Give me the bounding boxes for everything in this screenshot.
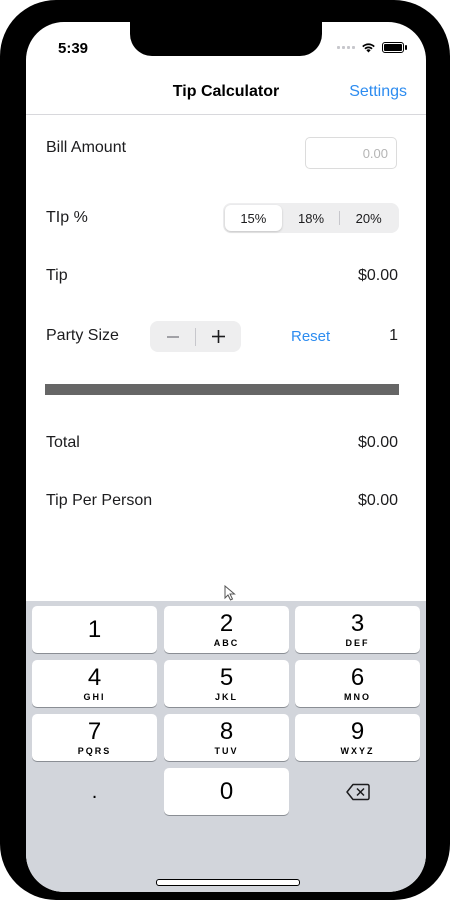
status-time: 5:39 bbox=[58, 40, 89, 57]
party-size-stepper bbox=[150, 321, 241, 352]
key-digit: 7 bbox=[87, 717, 102, 745]
tip-option-15[interactable]: 15% bbox=[225, 205, 282, 231]
numeric-keypad: 1 2 ABC 3 DEF 4 GHI 5 JKL 6 MNO 7 PQRS 8… bbox=[26, 601, 426, 892]
party-size-label: Party Size bbox=[46, 327, 119, 344]
key-digit: 4 bbox=[87, 663, 102, 691]
key-letters: MNO bbox=[344, 691, 371, 702]
tip-per-person-value: $0.00 bbox=[357, 492, 398, 509]
key-digit: 5 bbox=[219, 663, 234, 691]
tip-option-18[interactable]: 18% bbox=[283, 205, 340, 231]
key-letters: WXYZ bbox=[340, 745, 375, 756]
key-9[interactable]: 9 WXYZ bbox=[295, 714, 420, 761]
settings-button[interactable]: Settings bbox=[349, 83, 407, 101]
reset-button[interactable]: Reset bbox=[291, 328, 330, 345]
key-6[interactable]: 6 MNO bbox=[295, 660, 420, 707]
key-4[interactable]: 4 GHI bbox=[32, 660, 157, 707]
key-digit: 0 bbox=[219, 777, 234, 805]
navigation-bar: Tip Calculator Settings bbox=[26, 70, 426, 115]
screen: 5:39 Tip Calculator Settings Bill Amount… bbox=[26, 22, 426, 892]
increment-button[interactable] bbox=[196, 321, 241, 352]
device-frame: 5:39 Tip Calculator Settings Bill Amount… bbox=[0, 0, 450, 900]
key-digit: 9 bbox=[350, 717, 365, 745]
key-decimal[interactable]: . bbox=[32, 768, 157, 815]
tip-label: Tip bbox=[46, 267, 68, 284]
key-delete[interactable] bbox=[295, 768, 420, 815]
key-digit: . bbox=[91, 780, 98, 803]
total-value: $0.00 bbox=[357, 434, 398, 451]
mouse-cursor-icon bbox=[224, 585, 236, 601]
minus-icon bbox=[166, 335, 179, 338]
key-2[interactable]: 2 ABC bbox=[164, 606, 289, 653]
key-letters: DEF bbox=[345, 637, 370, 648]
key-letters: GHI bbox=[83, 691, 106, 702]
key-5[interactable]: 5 JKL bbox=[164, 660, 289, 707]
divider-bar bbox=[45, 384, 399, 395]
decrement-button[interactable] bbox=[150, 321, 195, 352]
key-letters: ABC bbox=[213, 637, 240, 648]
party-size-value: 1 bbox=[389, 327, 398, 344]
key-digit: 2 bbox=[219, 609, 234, 637]
tip-percent-segmented-control: 15% 18% 20% bbox=[223, 203, 399, 233]
tip-percent-label: TIp % bbox=[46, 209, 88, 226]
key-digit: 1 bbox=[87, 615, 102, 643]
bill-amount-input[interactable] bbox=[305, 137, 397, 169]
bill-amount-label: Bill Amount bbox=[46, 139, 127, 156]
key-digit: 8 bbox=[219, 717, 234, 745]
key-digit: 3 bbox=[350, 609, 365, 637]
home-indicator bbox=[156, 879, 300, 886]
key-digit: 6 bbox=[350, 663, 365, 691]
key-7[interactable]: 7 PQRS bbox=[32, 714, 157, 761]
tip-option-20[interactable]: 20% bbox=[340, 205, 397, 231]
battery-icon bbox=[382, 42, 407, 53]
notch bbox=[130, 22, 322, 56]
key-letters: JKL bbox=[214, 691, 238, 702]
delete-backspace-icon bbox=[345, 783, 370, 800]
total-label: Total bbox=[46, 434, 80, 451]
tip-value: $0.00 bbox=[357, 267, 398, 284]
wifi-icon bbox=[362, 43, 375, 53]
status-icons bbox=[337, 42, 407, 53]
key-letters: PQRS bbox=[77, 745, 112, 756]
plus-icon bbox=[212, 330, 225, 343]
tip-per-person-label: Tip Per Person bbox=[46, 492, 153, 509]
key-8[interactable]: 8 TUV bbox=[164, 714, 289, 761]
key-1[interactable]: 1 bbox=[32, 606, 157, 653]
key-0[interactable]: 0 bbox=[164, 768, 289, 815]
signal-icon bbox=[337, 46, 355, 49]
key-letters: TUV bbox=[214, 745, 239, 756]
key-3[interactable]: 3 DEF bbox=[295, 606, 420, 653]
